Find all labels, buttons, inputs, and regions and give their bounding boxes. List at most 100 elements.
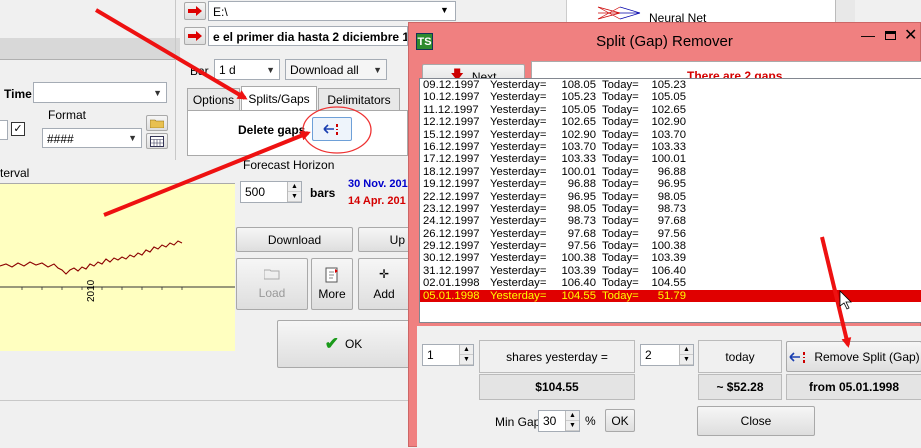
path-arrow-button[interactable]: [184, 2, 206, 20]
row-y-label: Yesterday=: [490, 190, 547, 203]
row-y-label: Yesterday=: [490, 79, 547, 91]
format-select[interactable]: #### ▼: [42, 128, 142, 148]
path-dropdown-icon[interactable]: ▼: [440, 5, 449, 15]
row-t: 96.95: [657, 178, 686, 191]
min-gap-label: Min Gap: [495, 415, 541, 429]
price-series-line: [0, 240, 183, 275]
list-item[interactable]: 19.12.1997 Yesterday= 96.88 Today= 96.95: [420, 178, 921, 190]
row-y-label: Yesterday=: [490, 178, 547, 191]
scroll-strip[interactable]: [835, 0, 855, 22]
row-date: 29.12.1997: [423, 240, 480, 253]
row-date: 31.12.1997: [423, 264, 480, 277]
today-label: today: [698, 340, 782, 373]
list-item[interactable]: 30.12.1997 Yesterday= 100.38 Today= 103.39: [420, 252, 921, 264]
main-ok-button[interactable]: ✔ OK: [277, 320, 410, 368]
row-date: 26.12.1997: [423, 227, 480, 240]
right-shares-spinner[interactable]: 2 ▲ ▼: [640, 344, 694, 366]
checkmark-icon: ✔: [324, 334, 339, 353]
gap-list[interactable]: 09.12.1997 Yesterday= 108.05 Today= 105.23 10…: [419, 78, 921, 323]
time-select[interactable]: ▼: [33, 82, 167, 103]
row-y: 96.88: [567, 178, 596, 191]
row-t-label: Today=: [602, 103, 639, 116]
list-item[interactable]: 22.12.1997 Yesterday= 96.95 Today= 98.05: [420, 191, 921, 203]
download-mode-select[interactable]: Download all ▼: [285, 59, 387, 80]
list-item[interactable]: 09.12.1997 Yesterday= 108.05 Today= 105.23: [420, 79, 921, 91]
list-item[interactable]: 23.12.1997 Yesterday= 98.05 Today= 98.73: [420, 203, 921, 215]
left-toolbar-band: [0, 38, 180, 60]
spinner-arrows[interactable]: ▲ ▼: [565, 411, 579, 431]
add-button[interactable]: ✛ Add: [358, 258, 410, 310]
row-t-label: Today=: [602, 153, 639, 166]
row-t: 97.56: [657, 227, 686, 240]
row-y-label: Yesterday=: [490, 103, 547, 116]
remove-split-button[interactable]: Remove Split (Gap): [786, 341, 921, 372]
row-date: 17.12.1997: [423, 153, 480, 166]
row-date: 02.01.1998: [423, 277, 480, 290]
bar-select[interactable]: 1 d ▼: [214, 59, 280, 80]
calendar-icon: [150, 135, 164, 147]
list-item[interactable]: 31.12.1997 Yesterday= 103.39 Today= 106.40: [420, 265, 921, 277]
spinner-arrows[interactable]: ▲ ▼: [287, 182, 301, 202]
download-mode-value: Download all: [290, 63, 359, 77]
left-shares-spinner[interactable]: 1 ▲ ▼: [422, 344, 474, 366]
row-t: 103.33: [651, 140, 686, 153]
up-button[interactable]: Up: [358, 227, 410, 252]
list-item[interactable]: 12.12.1997 Yesterday= 102.65 Today= 102.90: [420, 116, 921, 128]
range-arrow-button[interactable]: [184, 27, 206, 45]
row-t: 103.39: [651, 252, 686, 265]
row-date: 10.12.1997: [423, 91, 480, 104]
list-item[interactable]: 26.12.1997 Yesterday= 97.68 Today= 97.56: [420, 228, 921, 240]
row-y: 105.05: [561, 103, 596, 116]
row-t: 51.79: [657, 289, 686, 302]
spinner-arrows[interactable]: ▲ ▼: [459, 345, 473, 365]
list-item[interactable]: 02.01.1998 Yesterday= 106.40 Today= 104.55: [420, 277, 921, 289]
list-item[interactable]: 17.12.1997 Yesterday= 103.33 Today= 100.01: [420, 153, 921, 165]
list-item[interactable]: 29.12.1997 Yesterday= 97.56 Today= 100.38: [420, 240, 921, 252]
enable-checkbox[interactable]: ✓: [11, 122, 25, 136]
row-date: 22.12.1997: [423, 190, 480, 203]
from-date: from 05.01.1998: [786, 374, 921, 400]
left-partial-field[interactable]: [0, 120, 8, 140]
delete-gaps-label: Delete gaps: [238, 123, 306, 137]
range-field[interactable]: e el primer dia hasta 2 diciembre 12: [208, 26, 408, 46]
row-y-label: Yesterday=: [490, 202, 547, 215]
download-button[interactable]: Download: [236, 227, 353, 252]
bars-spinner[interactable]: 500 ▲ ▼: [240, 181, 302, 203]
path-field[interactable]: E:\: [208, 1, 456, 21]
dialog-title: Split (Gap) Remover: [596, 33, 733, 50]
list-item[interactable]: 24.12.1997 Yesterday= 98.73 Today= 97.68: [420, 215, 921, 227]
row-t-label: Today=: [602, 178, 639, 191]
price-yesterday: $104.55: [479, 374, 635, 400]
load-button[interactable]: Load: [236, 258, 308, 310]
min-gap-spinner[interactable]: 30 ▲ ▼: [538, 410, 580, 432]
list-item[interactable]: 11.12.1997 Yesterday= 105.05 Today= 102.65: [420, 104, 921, 116]
calendar-button[interactable]: [146, 133, 168, 149]
row-t: 102.90: [651, 116, 686, 129]
maximize-button[interactable]: [885, 31, 896, 40]
spinner-arrows[interactable]: ▲ ▼: [679, 345, 693, 365]
row-t-label: Today=: [602, 240, 639, 253]
row-y: 100.38: [561, 252, 596, 265]
folder-button[interactable]: [146, 115, 168, 131]
min-gap-ok-button[interactable]: OK: [605, 409, 635, 432]
shares-yesterday-label: shares yesterday =: [479, 340, 635, 373]
more-button[interactable]: More: [311, 258, 353, 310]
list-item[interactable]: 15.12.1997 Yesterday= 102.90 Today= 103.70: [420, 129, 921, 141]
list-item[interactable]: 16.12.1997 Yesterday= 103.70 Today= 103.33: [420, 141, 921, 153]
forecast-label: Forecast Horizon: [243, 158, 335, 172]
forecast-end-date: 14 Apr. 201: [348, 195, 406, 207]
list-item[interactable]: 18.12.1997 Yesterday= 100.01 Today= 96.88: [420, 166, 921, 178]
chevron-down-icon: ▼: [128, 133, 137, 143]
row-y: 97.68: [567, 227, 596, 240]
close-window-button[interactable]: ✕: [904, 25, 917, 45]
list-item[interactable]: 05.01.1998 Yesterday= 104.55 Today= 51.79: [420, 289, 921, 303]
format-label: Format: [48, 108, 87, 122]
row-date: 15.12.1997: [423, 128, 480, 141]
row-t: 100.38: [651, 240, 686, 253]
close-button[interactable]: Close: [697, 406, 815, 436]
list-item[interactable]: 10.12.1997 Yesterday= 105.23 Today= 105.05: [420, 91, 921, 103]
row-date: 11.12.1997: [423, 103, 479, 116]
minimize-button[interactable]: —: [861, 27, 875, 43]
dialog-titlebar[interactable]: TS Split (Gap) Remover — ✕: [409, 23, 920, 59]
tab-options[interactable]: Options: [187, 88, 240, 110]
